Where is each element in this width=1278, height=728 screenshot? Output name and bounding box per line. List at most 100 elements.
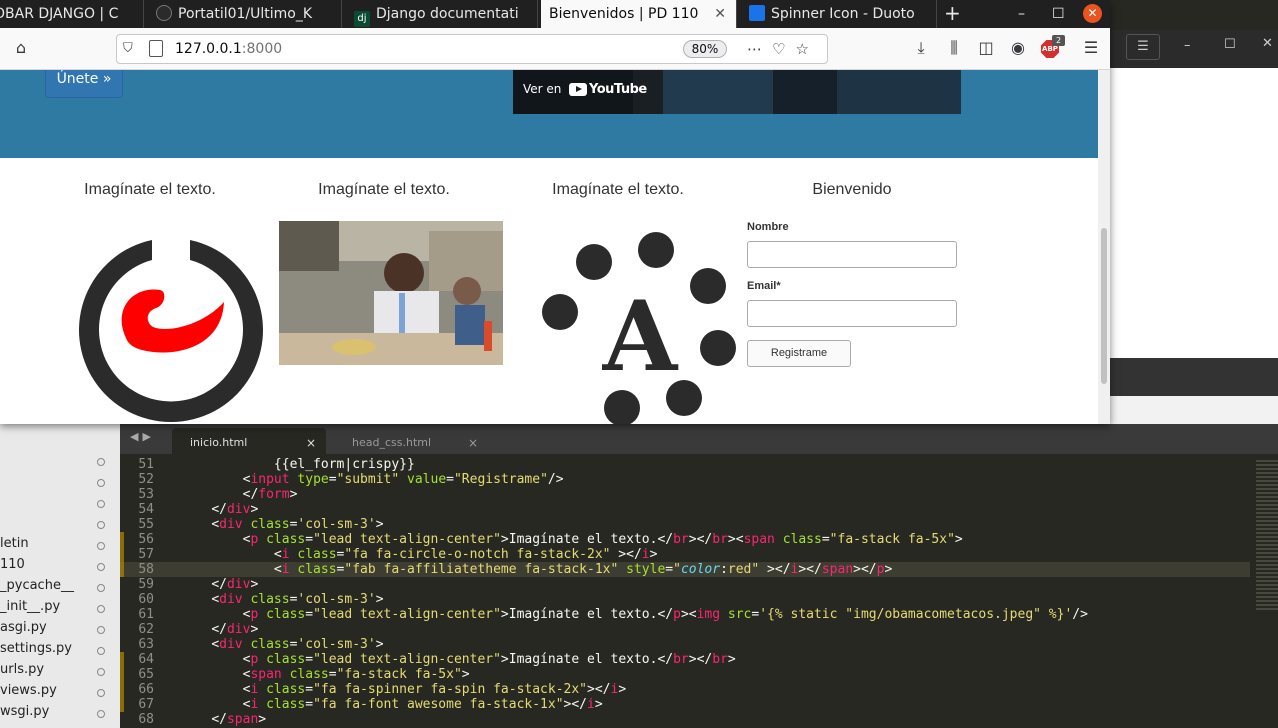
file-tree-item[interactable]	[0, 452, 120, 473]
modified-line-marker	[120, 697, 124, 712]
close-icon[interactable]: ×	[468, 436, 478, 450]
shield-icon[interactable]: ⛉	[123, 41, 133, 56]
browser-tab-active[interactable]: Bienvenidos | PD 110 ✕	[541, 0, 737, 28]
code-line[interactable]: 59 </div>	[120, 577, 1250, 592]
file-name: _init__.py	[0, 599, 61, 614]
code-line[interactable]: 66 <i class="fa fa-spinner fa-spin fa-st…	[120, 682, 1250, 697]
browser-window: OBAR DJANGO | C Portatil01/Ultimo_K dj Dj…	[0, 0, 1110, 424]
sidebar-icon[interactable]: ◫	[975, 39, 997, 57]
library-icon[interactable]: ⫼	[943, 39, 965, 57]
watch-on-label: Ver en	[523, 82, 562, 96]
file-tree-item[interactable]: views.py	[0, 683, 120, 704]
line-number: 68	[138, 712, 154, 727]
code-token: 'col-sm-3'	[297, 637, 376, 652]
browser-tab-bar: OBAR DJANGO | C Portatil01/Ultimo_K dj Dj…	[0, 0, 1110, 28]
code-line[interactable]: 57 <i class="fa fa-circle-o-notch fa-sta…	[120, 547, 1250, 562]
code-line[interactable]: 56 <p class="lead text-align-center">Ima…	[120, 532, 1250, 547]
code-line[interactable]: 61 <p class="lead text-align-center">Ima…	[120, 607, 1250, 622]
background-menu-icon[interactable]: ☰	[1126, 34, 1160, 60]
url-text[interactable]: 127.0.0.1:8000	[175, 41, 282, 57]
maximize-icon[interactable]: ☐	[1052, 0, 1065, 28]
code-line[interactable]: 55 <div class='col-sm-3'>	[120, 517, 1250, 532]
email-input[interactable]	[747, 300, 957, 327]
home-icon[interactable]: ⌂	[10, 39, 32, 57]
file-tree-item[interactable]: settings.py	[0, 641, 120, 662]
code-line[interactable]: 60 <div class='col-sm-3'>	[120, 592, 1250, 607]
plus-icon[interactable]: +	[944, 0, 961, 26]
modified-line-marker	[120, 682, 124, 697]
code-line[interactable]: 58 <i class = "fab fa-affiliatetheme fa-st…	[120, 562, 1250, 577]
file-tree-item[interactable]: 110	[0, 557, 120, 578]
bookmark-star-icon[interactable]: ☆	[795, 40, 818, 58]
file-tree-item[interactable]	[0, 473, 120, 494]
file-status-icon	[97, 668, 105, 676]
code-line[interactable]: 63 <div class='col-sm-3'>	[120, 637, 1250, 652]
background-minimize-icon[interactable]: –	[1184, 38, 1191, 53]
file-tree-item[interactable]	[0, 515, 120, 536]
zoom-badge[interactable]: 80%	[683, 40, 727, 58]
code-line[interactable]: 67 <i class="fa fa-font awesome fa-stack…	[120, 697, 1250, 712]
file-tree-item[interactable]	[0, 494, 120, 515]
close-icon[interactable]: ×	[306, 436, 316, 450]
code-token: ></	[688, 652, 713, 667]
file-name: wsgi.py	[0, 704, 50, 719]
code-token: "	[673, 562, 681, 577]
code-token: >Imagínate el texto.</	[500, 532, 674, 547]
background-maximize-icon[interactable]: ☐	[1224, 37, 1236, 52]
browser-tab-2[interactable]: Portatil01/Ultimo_K	[148, 0, 342, 28]
minimize-icon[interactable]: –	[1018, 0, 1025, 28]
file-tree-item[interactable]: urls.py	[0, 662, 120, 683]
browser-tab-1[interactable]: OBAR DJANGO | C	[0, 0, 144, 28]
code-token: form	[258, 487, 290, 502]
url-bar[interactable]: ⛉ 127.0.0.1:8000 80% ⋯♡☆	[116, 34, 828, 64]
file-tree-item[interactable]: _init__.py	[0, 599, 120, 620]
browser-tab-3[interactable]: dj Django documentati	[346, 0, 538, 28]
close-tab-icon[interactable]: ✕	[714, 0, 726, 28]
code-token: br	[712, 652, 728, 667]
tab-inicio-html[interactable]: inicio.html ×	[172, 428, 326, 454]
column-heading: Bienvenido	[812, 181, 892, 198]
code-line[interactable]: 51 {{el_form|crispy}}	[120, 457, 1250, 472]
youtube-embed[interactable]: Ver en YouTube	[513, 70, 961, 114]
join-button[interactable]: Únete »	[45, 70, 123, 98]
browser-tab-5[interactable]: Spinner Icon - Duoto	[741, 0, 937, 28]
code-editor[interactable]: 51 {{el_form|crispy}} 52 <input type="sub…	[120, 454, 1278, 728]
window-close-icon[interactable]: ✕	[1083, 4, 1102, 23]
code-line[interactable]: 64 <p class="lead text-align-center">Ima…	[120, 652, 1250, 667]
file-tree-item[interactable]: letin	[0, 536, 120, 557]
code-line[interactable]: 52 <input type="submit" value="Registram…	[120, 472, 1250, 487]
code-token: class	[774, 532, 822, 547]
more-icon[interactable]: ⋯	[747, 40, 772, 58]
code-token: class	[258, 697, 306, 712]
tab-head-css-html[interactable]: head_css.html ×	[334, 428, 488, 454]
code-token: "submit"	[336, 472, 400, 487]
page-scrollbar-thumb[interactable]	[1101, 228, 1107, 384]
code-line[interactable]: 54 </div>	[120, 502, 1250, 517]
file-tree-item[interactable]: asgi.py	[0, 620, 120, 641]
code-line[interactable]: 62 </div>	[120, 622, 1250, 637]
code-token: input	[250, 472, 290, 487]
code-token: >	[289, 487, 298, 502]
tab-scroll-arrows-icon[interactable]: ◀▶	[130, 430, 155, 443]
account-icon[interactable]: ◉	[1007, 39, 1029, 57]
pocket-icon[interactable]: ♡	[772, 40, 795, 58]
code-line[interactable]: 53 </form>	[120, 487, 1250, 502]
download-icon[interactable]: ⤓	[910, 39, 932, 57]
code-line[interactable]: 68 </span>	[120, 712, 1250, 727]
font-icon: A	[602, 280, 679, 393]
page-icon[interactable]	[149, 40, 163, 57]
line-number: 62	[138, 622, 154, 637]
file-status-icon	[97, 605, 105, 613]
background-close-icon[interactable]: ✕	[1262, 36, 1273, 51]
code-minimap[interactable]	[1256, 460, 1278, 610]
file-tree-item[interactable]: wsgi.py	[0, 704, 120, 725]
code-token: "fa fa-font awesome fa-stack-1x"	[313, 697, 564, 712]
file-name: 110	[0, 557, 25, 572]
file-tree-item[interactable]: _pycache__	[0, 578, 120, 599]
name-input[interactable]	[747, 241, 957, 268]
code-line[interactable]: 65 <span class="fa-stack fa-5x">	[120, 667, 1250, 682]
register-button[interactable]: Registrame	[747, 340, 851, 367]
flag-icon	[749, 5, 765, 21]
menu-icon[interactable]: ☰	[1080, 39, 1102, 57]
